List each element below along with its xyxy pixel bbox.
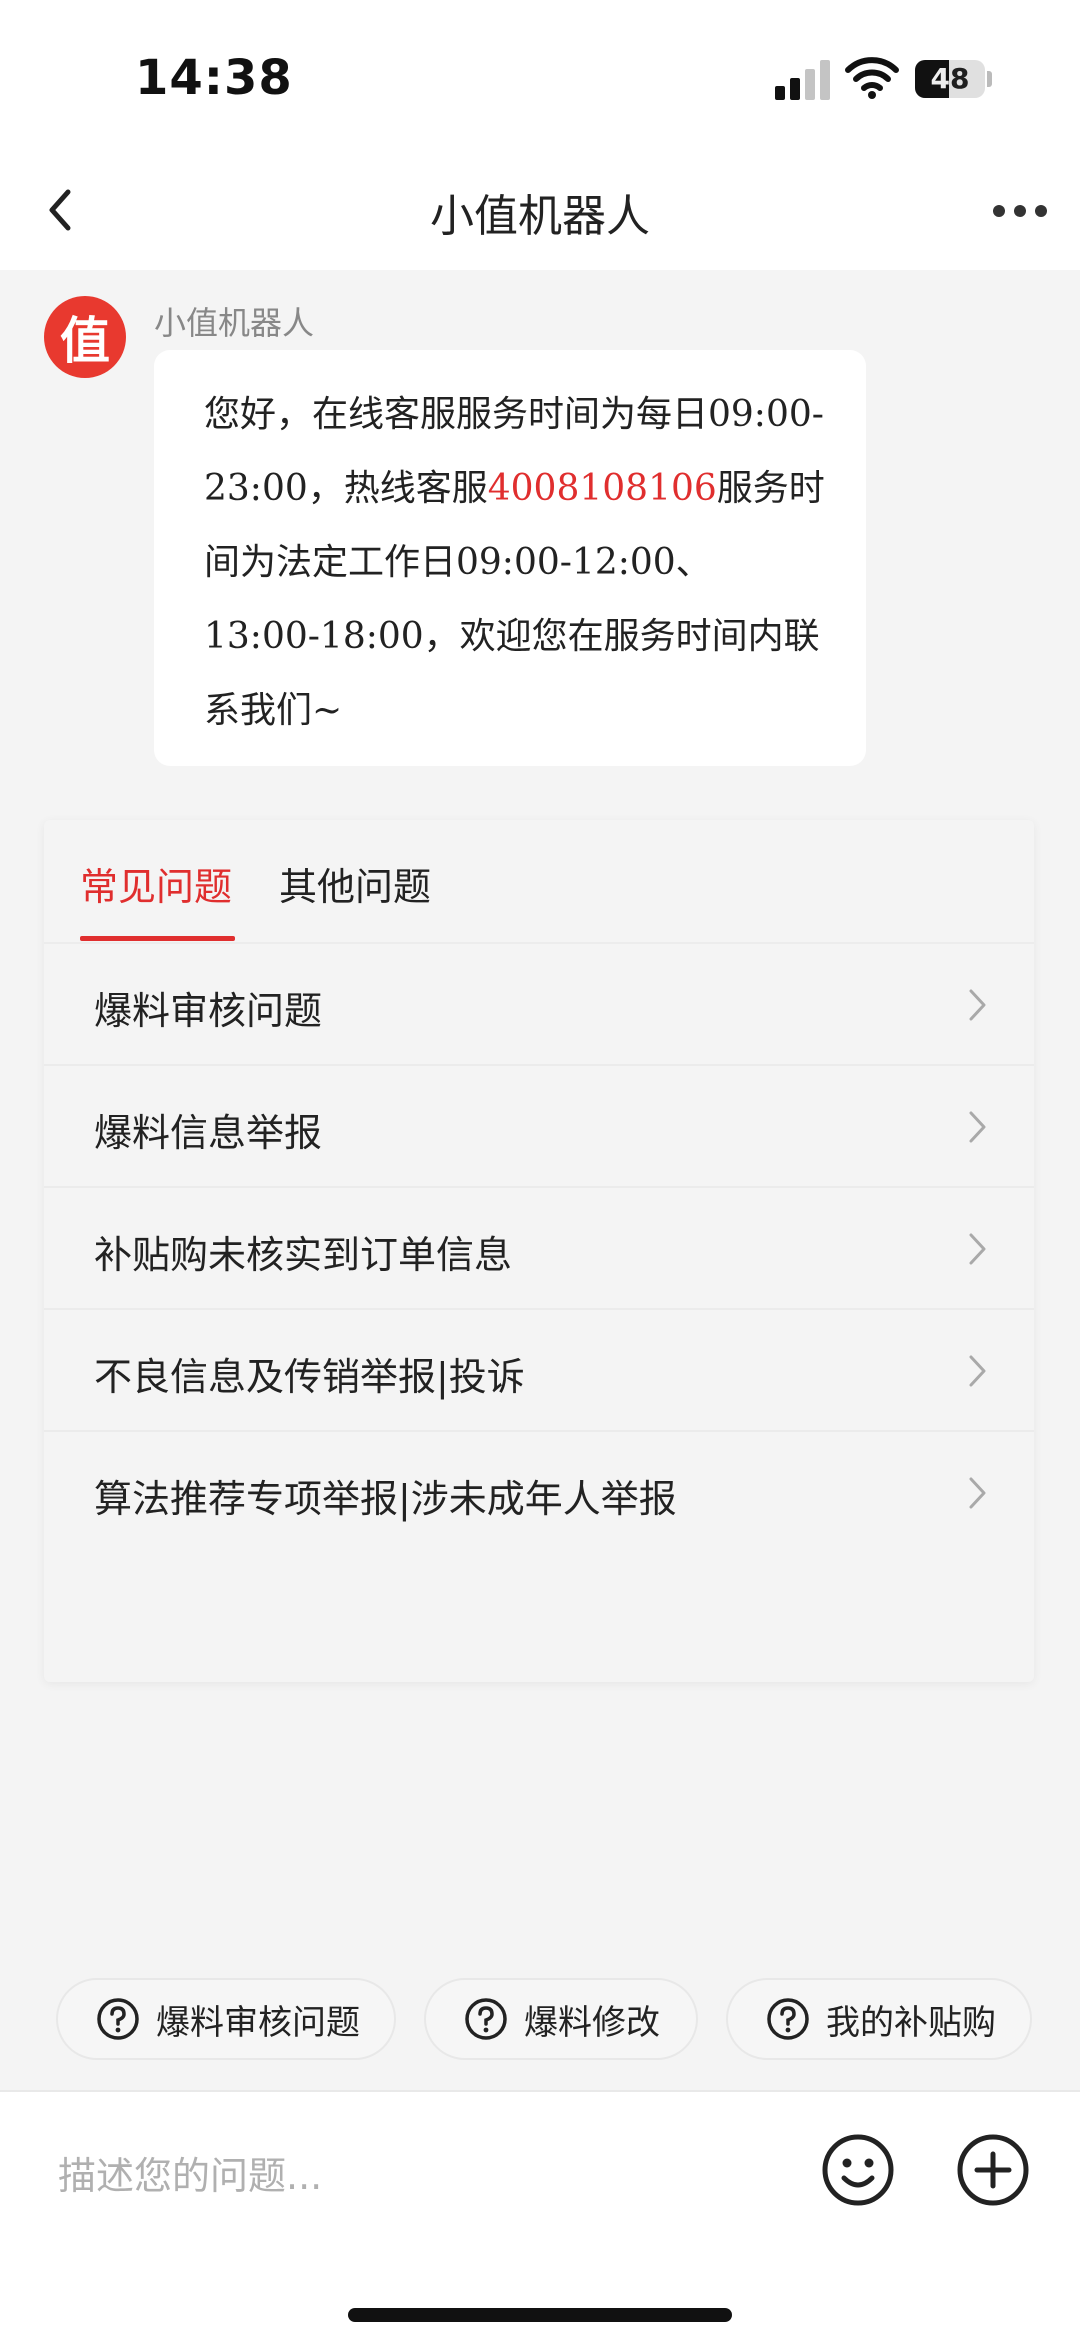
chevron-right-icon <box>969 1355 986 1387</box>
quick-chip[interactable]: 爆料修改 <box>424 1978 698 2060</box>
tab-common-questions[interactable]: 常见问题 <box>80 856 232 911</box>
list-item-label: 补贴购未核实到订单信息 <box>94 1233 513 1277</box>
list-item[interactable]: 补贴购未核实到订单信息 <box>44 1188 1034 1310</box>
wifi-icon <box>845 57 899 99</box>
nav-bar: 小值机器人 <box>0 150 1080 270</box>
chevron-right-icon <box>969 1477 986 1509</box>
emoji-icon[interactable] <box>820 2132 896 2208</box>
battery-tip <box>987 71 992 87</box>
question-circle-icon <box>767 1998 809 2040</box>
plus-circle-icon[interactable] <box>955 2132 1031 2208</box>
chevron-right-icon <box>969 1111 986 1143</box>
question-circle-icon <box>465 1998 507 2040</box>
hotline-number-link[interactable]: 4008108106 <box>488 468 717 509</box>
battery-level: 48 <box>930 62 970 95</box>
question-circle-icon <box>97 1998 139 2040</box>
cellular-signal-icon <box>775 60 830 100</box>
faq-tabs: 常见问题 其他问题 <box>44 820 1034 944</box>
input-bar <box>0 2090 1080 2343</box>
quick-chip[interactable]: 爆料审核问题 <box>56 1978 396 2060</box>
page-title: 小值机器人 <box>430 191 650 242</box>
more-dots-icon[interactable] <box>980 186 1060 236</box>
avatar: 值 <box>44 296 126 378</box>
home-indicator <box>348 2308 732 2322</box>
battery-icon: 48 <box>915 60 985 98</box>
list-item-label: 算法推荐专项举报|涉未成年人举报 <box>94 1477 677 1521</box>
status-time: 14:38 <box>135 50 293 106</box>
status-bar: 14:38 48 <box>0 0 1080 150</box>
list-item[interactable]: 算法推荐专项举报|涉未成年人举报 <box>44 1432 1034 1554</box>
list-item-label: 爆料审核问题 <box>94 989 323 1033</box>
chevron-right-icon <box>969 1233 986 1265</box>
list-item[interactable]: 爆料信息举报 <box>44 1066 1034 1188</box>
question-input[interactable] <box>56 2132 760 2220</box>
list-item[interactable]: 不良信息及传销举报|投诉 <box>44 1310 1034 1432</box>
quick-chip-label: 爆料修改 <box>524 2002 660 2043</box>
list-item-label: 不良信息及传销举报|投诉 <box>94 1355 525 1399</box>
list-item-label: 爆料信息举报 <box>94 1111 323 1155</box>
tab-other-questions[interactable]: 其他问题 <box>279 856 431 911</box>
list-item[interactable]: 爆料审核问题 <box>44 944 1034 1066</box>
quick-chip[interactable]: 我的补贴购 <box>726 1978 1032 2060</box>
chevron-right-icon <box>969 989 986 1021</box>
active-tab-indicator <box>80 936 235 941</box>
quick-chip-label: 爆料审核问题 <box>156 2002 360 2043</box>
sender-name: 小值机器人 <box>154 304 315 342</box>
message-bubble: 您好，在线客服服务时间为每日09:00-23:00，热线客服4008108106… <box>154 350 866 766</box>
quick-chip-label: 我的补贴购 <box>826 2002 996 2043</box>
message-text: 您好，在线客服服务时间为每日09:00-23:00，热线客服4008108106… <box>204 378 826 748</box>
faq-card: 常见问题 其他问题 爆料审核问题 爆料信息举报 补贴购未核实到订单信息 不良信息… <box>44 820 1034 1682</box>
avatar-text: 值 <box>60 311 110 370</box>
